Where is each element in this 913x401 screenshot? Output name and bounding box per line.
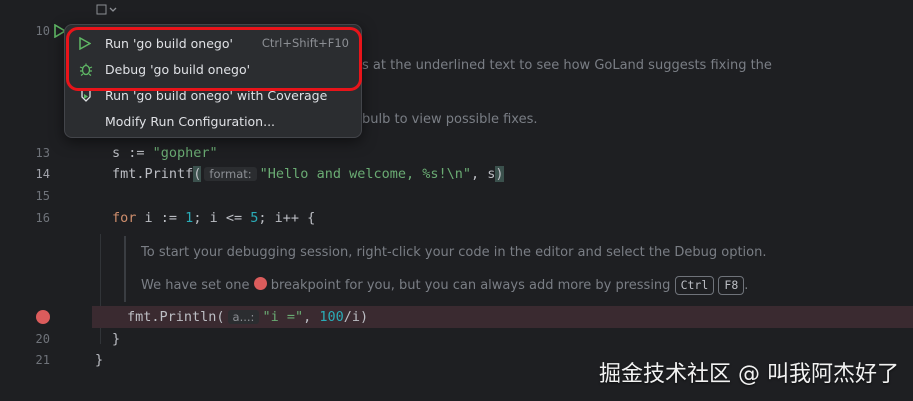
line-number: 16 [35, 211, 50, 225]
line-number: 14 [35, 167, 50, 181]
code-token: ; i++ { [258, 210, 316, 226]
string-literal: "i =" [262, 309, 304, 325]
doc-text-behind: bulb to view possible fixes. [362, 112, 538, 127]
code-token: , s [471, 166, 496, 182]
paren: ) [495, 166, 504, 182]
code-token: fmt.Println( [127, 309, 225, 325]
line-number: 13 [35, 146, 50, 160]
code-token: ; i <= [193, 210, 251, 226]
doc-paragraph-1: To start your debugging session, right-c… [141, 245, 767, 260]
paren: ( [193, 166, 202, 182]
string-literal: "Hello and welcome, %s!\n" [259, 166, 471, 182]
breakpoint-icon [253, 277, 267, 290]
code-line-13[interactable]: s := "gopher" [112, 145, 218, 161]
code-token: , [303, 309, 320, 325]
doc-text-behind: s at the underlined text to see how GoLa… [362, 58, 772, 73]
watermark: 掘金技术社区 @ 叫我阿杰好了 [599, 362, 899, 387]
number-literal: 100 [319, 309, 344, 325]
code-line-14[interactable]: fmt.Printf(format: "Hello and welcome, %s… [112, 166, 504, 182]
menu-item-label: Modify Run Configuration... [105, 113, 276, 129]
doc-text: We have set one [141, 278, 250, 293]
highlight-annotation [66, 27, 362, 91]
line-number: 15 [35, 189, 50, 203]
code-token: fmt.Printf [112, 166, 194, 182]
line-number: 21 [35, 353, 50, 367]
param-hint: a...: [227, 310, 260, 324]
doc-text: breakpoint for you, but you can always a… [270, 278, 671, 293]
doc-text: . [744, 278, 749, 293]
code-token: /i) [343, 309, 369, 325]
menu-item-modify-config[interactable]: Modify Run Configuration... [71, 109, 355, 133]
code-line-breakpoint[interactable]: fmt.Println(a...: "i =", 100/i) [127, 309, 368, 325]
string-literal: "gopher" [152, 145, 218, 161]
editor-toolbar-chevron-icon[interactable] [96, 4, 118, 19]
key-f8: F8 [718, 276, 745, 295]
code-line-21[interactable]: } [95, 352, 103, 368]
code-token: s := [112, 145, 153, 161]
key-ctrl: Ctrl [674, 276, 715, 295]
breakpoint-icon[interactable] [36, 310, 50, 324]
line-number: 20 [35, 332, 50, 346]
code-token: i := [136, 210, 186, 226]
doc-comment-bar [124, 236, 126, 302]
keyword: for [112, 210, 137, 226]
line-number: 10 [35, 24, 50, 38]
doc-paragraph-2: We have set one breakpoint for you, but … [141, 276, 748, 295]
code-line-16[interactable]: for i := 1; i <= 5; i++ { [112, 210, 315, 226]
code-line-20[interactable]: } [112, 331, 120, 347]
param-hint: format: [204, 167, 257, 181]
